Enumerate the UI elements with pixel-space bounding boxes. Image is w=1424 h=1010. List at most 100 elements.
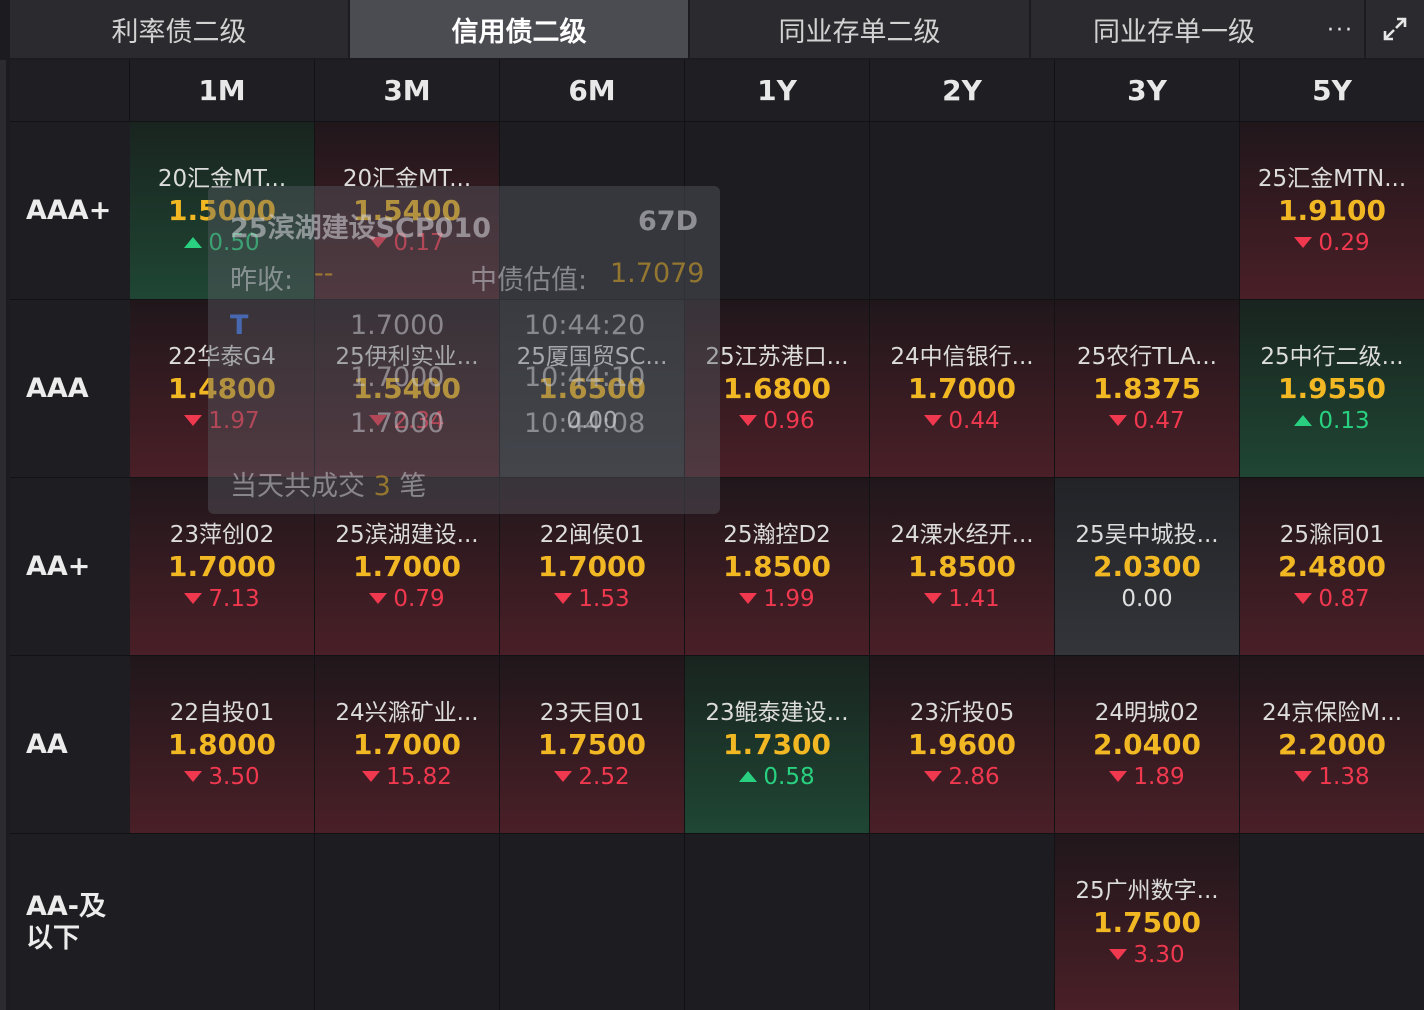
bond-name: 23鲲泰建设...	[705, 699, 849, 726]
bond-name: 25瀚控D2	[723, 521, 831, 548]
column-header-3m: 3M	[315, 60, 500, 122]
bond-change: 0.79	[369, 584, 445, 614]
column-header-1y: 1Y	[685, 60, 870, 122]
tooltip-trade-rate: 1.7000	[350, 310, 445, 341]
bond-cell[interactable]: 25中行二级... 1.9550 0.13	[1240, 300, 1424, 478]
column-header-5y: 5Y	[1240, 60, 1424, 122]
bond-change-value: 3.50	[208, 763, 260, 790]
bond-change: 2.52	[554, 762, 630, 792]
bond-cell[interactable]: 25滁同01 2.4800 0.87	[1240, 478, 1424, 656]
bond-cell[interactable]: 25汇金MTN... 1.9100 0.29	[1240, 122, 1424, 300]
bond-rate: 2.0400	[1092, 727, 1202, 761]
bond-name: 23天目01	[539, 699, 645, 726]
bond-change-value: 7.13	[208, 585, 260, 612]
grid-corner	[10, 60, 130, 122]
bond-cell[interactable]: 24溧水经开... 1.8500 1.41	[870, 478, 1055, 656]
bond-name: 23萍创02	[169, 521, 275, 548]
bond-change-value: 0.44	[948, 407, 1000, 434]
row-label: AA	[10, 656, 130, 834]
row-label: AA-及 以下	[10, 834, 130, 1010]
bond-cell[interactable]: 25吴中城投... 2.0300 0.00	[1055, 478, 1240, 656]
tooltip-summary: 当天共成交 3 笔	[230, 471, 427, 502]
arrow-up-icon	[1294, 415, 1313, 426]
arrow-down-icon	[554, 771, 573, 782]
bond-rate: 1.7000	[167, 549, 277, 583]
bond-cell[interactable]: 23鲲泰建设... 1.7300 0.58	[685, 656, 870, 834]
bond-cell[interactable]: 24中信银行... 1.7000 0.44	[870, 300, 1055, 478]
arrow-down-icon	[1109, 415, 1128, 426]
bond-cell[interactable]: 24京保险M... 2.2000 1.38	[1240, 656, 1424, 834]
arrow-down-icon	[1109, 949, 1128, 960]
tab-ncd-primary[interactable]: 同业存单一级 ···	[1031, 0, 1366, 58]
bond-cell[interactable]: 24明城02 2.0400 1.89	[1055, 656, 1240, 834]
more-icon[interactable]: ···	[1327, 18, 1354, 43]
bond-cell[interactable]: 23沂投05 1.9600 2.86	[870, 656, 1055, 834]
empty-cell	[685, 834, 870, 1010]
bond-rate: 1.7000	[352, 549, 462, 583]
tooltip-trade-time: 10:44:20	[524, 310, 646, 341]
bond-change-value: 0.29	[1318, 229, 1370, 256]
tab-bar: 利率债二级 信用债二级 同业存单二级 同业存单一级 ···	[10, 0, 1424, 58]
empty-cell	[870, 122, 1055, 300]
bond-rate: 2.4800	[1277, 549, 1387, 583]
arrow-down-icon	[184, 593, 203, 604]
arrow-down-icon	[184, 415, 203, 426]
bond-change: 3.30	[1109, 940, 1185, 970]
bond-change: 0.44	[924, 406, 1000, 436]
bond-change-value: 1.89	[1133, 763, 1185, 790]
tab-credit-bond-secondary[interactable]: 信用债二级	[350, 0, 690, 58]
bond-name: 24溧水经开...	[890, 521, 1034, 548]
empty-cell	[1055, 122, 1240, 300]
bond-rate: 2.2000	[1277, 727, 1387, 761]
tooltip-trade-rate: 1.7000	[350, 408, 445, 439]
row-label-text: AA-及 以下	[26, 891, 106, 955]
arrow-down-icon	[924, 771, 943, 782]
bond-change-value: 0.58	[763, 763, 815, 790]
bond-rate: 1.8500	[722, 549, 832, 583]
arrow-down-icon	[924, 593, 943, 604]
bond-cell[interactable]: 23天目01 1.7500 2.52	[500, 656, 685, 834]
expand-icon[interactable]	[1366, 0, 1424, 58]
bond-change: 0.87	[1294, 584, 1370, 614]
bond-change: 2.86	[924, 762, 1000, 792]
bond-change: 0.47	[1109, 406, 1185, 436]
bond-rate: 1.7000	[907, 371, 1017, 405]
bond-rate: 1.7300	[722, 727, 832, 761]
tab-ncd-secondary[interactable]: 同业存单二级	[690, 0, 1031, 58]
row-label: AAA+	[10, 122, 130, 300]
trade-tooltip: 25滨湖建设SCP010 67D 昨收: -- 中债估值: 1.7079 T 1…	[208, 186, 720, 514]
tooltip-valuation-value: 1.7079	[610, 258, 705, 289]
arrow-up-icon	[184, 237, 203, 248]
bond-change: 0.13	[1294, 406, 1370, 436]
bond-rate: 1.8000	[167, 727, 277, 761]
bond-cell[interactable]: 22自投01 1.8000 3.50	[130, 656, 315, 834]
bond-name: 23沂投05	[909, 699, 1015, 726]
bond-rate: 1.7000	[352, 727, 462, 761]
tooltip-prev-close-value: --	[314, 258, 334, 289]
bond-change-value: 1.38	[1318, 763, 1370, 790]
arrow-down-icon	[1294, 771, 1313, 782]
tooltip-trade-rate: 1.7000	[350, 362, 445, 393]
bond-cell[interactable]: 24兴滁矿业... 1.7000 15.82	[315, 656, 500, 834]
bond-rate: 1.9600	[907, 727, 1017, 761]
bond-rate: 1.8375	[1092, 371, 1202, 405]
arrow-down-icon	[362, 771, 381, 782]
bond-change: 1.41	[924, 584, 1000, 614]
empty-cell	[1240, 834, 1424, 1010]
tooltip-trade-time: 10:44:08	[524, 408, 646, 439]
bond-cell[interactable]: 25农行TLA... 1.8375 0.47	[1055, 300, 1240, 478]
bond-cell[interactable]: 25广州数字... 1.7500 3.30	[1055, 834, 1240, 1010]
tab-rate-bond-secondary[interactable]: 利率债二级	[10, 0, 350, 58]
row-label: AA+	[10, 478, 130, 656]
row-label-line: AA-及	[26, 890, 106, 922]
bond-change: 1.38	[1294, 762, 1370, 792]
bond-change-value: 2.52	[578, 763, 630, 790]
bond-change: 0.00	[1121, 584, 1172, 614]
row-label-line: 以下	[26, 922, 80, 954]
bond-name: 22闽侯01	[539, 521, 645, 548]
bond-change-value: 15.82	[386, 763, 452, 790]
arrow-down-icon	[369, 593, 388, 604]
bond-name: 25中行二级...	[1260, 343, 1404, 370]
arrow-down-icon	[184, 771, 203, 782]
bond-name: 25汇金MTN...	[1257, 165, 1407, 192]
